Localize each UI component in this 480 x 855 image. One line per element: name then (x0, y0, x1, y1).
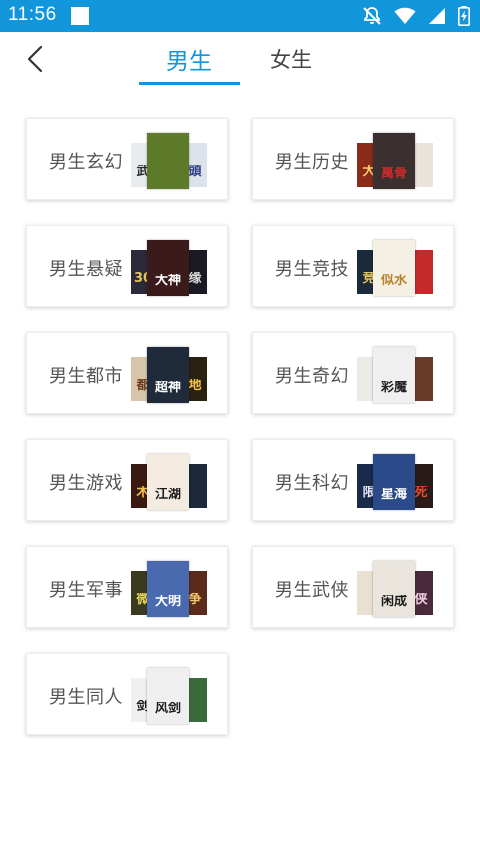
book-cover (147, 133, 189, 189)
book-cover-title: 星海 (380, 488, 407, 501)
book-cover-title: 风剑 (154, 702, 181, 715)
book-cover: 闲成 (373, 561, 415, 617)
active-tab-indicator (139, 82, 240, 85)
category-card[interactable]: 男生悬疑 30 缘大神 (26, 225, 228, 307)
battery-charging-icon (458, 6, 470, 26)
top-nav: 男生 女生 (0, 32, 480, 86)
book-covers: 微争大明 (131, 561, 207, 617)
book-covers: 30 缘大神 (131, 240, 207, 296)
status-time: 11:56 (8, 4, 57, 25)
book-covers: 大 萬骨 (357, 133, 433, 189)
book-covers: 都地超神 (131, 347, 207, 403)
category-label: 男生同人 (49, 687, 123, 708)
book-covers: 木 江湖 (131, 454, 207, 510)
book-cover: 超神 (147, 347, 189, 403)
book-cover-title: 萬骨 (380, 167, 407, 180)
category-card[interactable]: 男生竞技竞 似水 (252, 225, 454, 307)
book-cover-title: 江湖 (154, 488, 181, 501)
category-label: 男生竞技 (275, 259, 349, 280)
book-cover: 星海 (373, 454, 415, 510)
category-label: 男生游戏 (49, 473, 123, 494)
category-card[interactable]: 男生同人剑 风剑 (26, 653, 228, 735)
book-cover: 似水 (373, 240, 415, 296)
book-cover-title: 大明 (154, 595, 181, 608)
category-card[interactable]: 男生历史大 萬骨 (252, 118, 454, 200)
status-icons (362, 6, 470, 26)
category-label: 男生科幻 (275, 473, 349, 494)
book-cover: 江湖 (147, 454, 189, 510)
book-cover-title: 彩魔 (380, 381, 407, 394)
book-cover-title: 超神 (154, 381, 181, 394)
category-card[interactable]: 男生军事微争大明 (26, 546, 228, 628)
notifications-off-icon (363, 7, 381, 25)
book-cover: 风剑 (147, 668, 189, 724)
book-cover: 大明 (147, 561, 189, 617)
wifi-icon (394, 7, 416, 24)
category-label: 男生武侠 (275, 580, 349, 601)
category-card[interactable]: 男生游戏木 江湖 (26, 439, 228, 521)
book-cover-title: 大神 (154, 274, 181, 287)
book-covers: 剑 风剑 (131, 668, 207, 724)
book-cover: 萬骨 (373, 133, 415, 189)
book-covers: 限死星海 (357, 454, 433, 510)
chevron-left-icon (27, 45, 43, 73)
category-label: 男生悬疑 (49, 259, 123, 280)
category-card[interactable]: 男生都市都地超神 (26, 332, 228, 414)
category-label: 男生都市 (49, 366, 123, 387)
status-bar: 11:56 (0, 0, 480, 32)
signal-icon (429, 8, 445, 24)
book-covers: 侠闲成 (357, 561, 433, 617)
book-cover-title: 闲成 (380, 595, 407, 608)
category-card[interactable]: 男生武侠 侠闲成 (252, 546, 454, 628)
category-label: 男生奇幻 (275, 366, 349, 387)
category-card[interactable]: 男生科幻限死星海 (252, 439, 454, 521)
back-button[interactable] (18, 42, 52, 76)
book-cover-title: 似水 (380, 274, 407, 287)
category-label: 男生玄幻 (49, 152, 123, 173)
book-cover: 彩魔 (373, 347, 415, 403)
category-label: 男生历史 (275, 152, 349, 173)
tab-female[interactable]: 女生 (252, 44, 330, 84)
category-label: 男生军事 (49, 580, 123, 601)
book-covers: 武頭 (131, 133, 207, 189)
notification-square-icon (71, 7, 89, 25)
book-cover: 大神 (147, 240, 189, 296)
book-cover-title (147, 167, 189, 180)
book-covers: 彩魔 (357, 347, 433, 403)
book-covers: 竞 似水 (357, 240, 433, 296)
category-card[interactable]: 男生玄幻武頭 (26, 118, 228, 200)
tab-male[interactable]: 男生 (138, 42, 240, 82)
category-card[interactable]: 男生奇幻 彩魔 (252, 332, 454, 414)
